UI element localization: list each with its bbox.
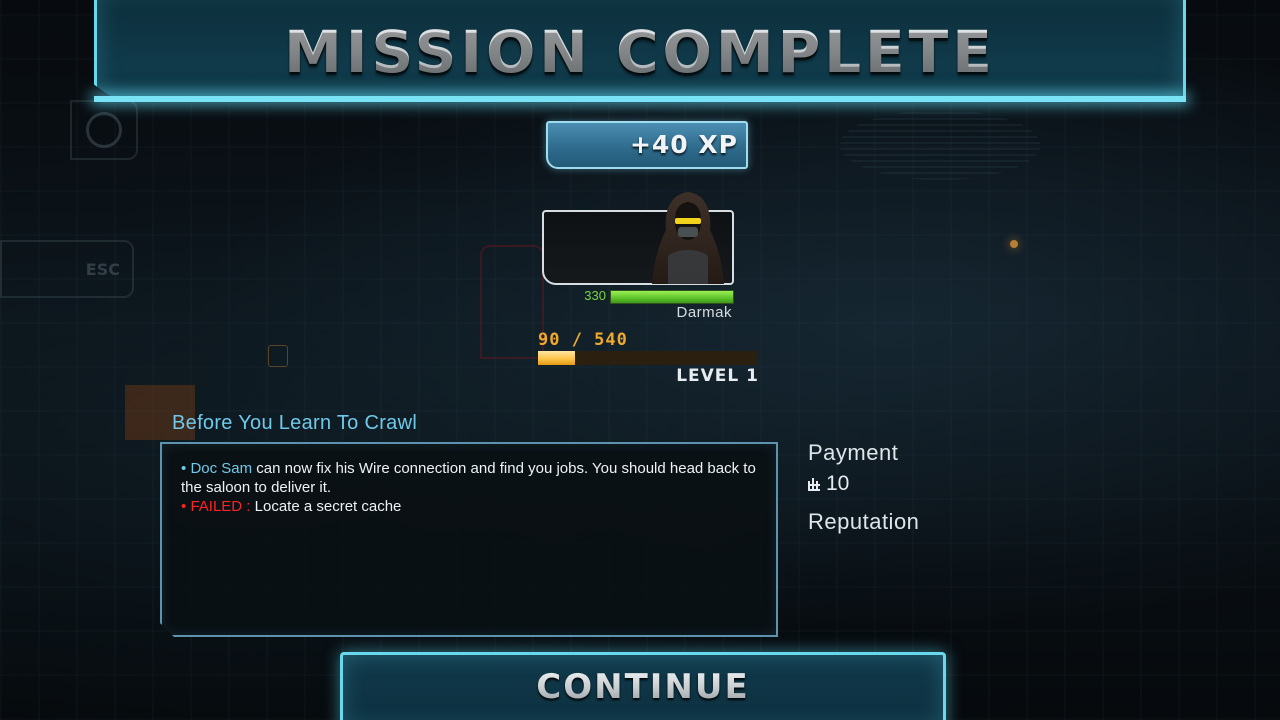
objective-text: Locate a secret cache	[250, 498, 402, 515]
xp-progress-text: 90 / 540	[538, 330, 628, 350]
xp-progress-bar	[538, 351, 758, 365]
background-lamp	[1010, 240, 1018, 248]
objective-text: can now fix his Wire connection and find…	[181, 460, 756, 496]
mission-title: Before You Learn To Crawl	[172, 412, 418, 434]
payment-label: Payment	[808, 440, 899, 465]
xp-reward-label: +40 XP	[629, 130, 738, 159]
credits-icon	[808, 478, 820, 491]
payment-value: 10	[826, 472, 850, 495]
xp-progress-fill	[538, 351, 575, 365]
hp-bar	[610, 290, 734, 304]
xp-reward-badge: +40 XP	[546, 121, 748, 169]
level-label: LEVEL 1	[676, 366, 759, 386]
esc-label: ESC	[85, 259, 120, 279]
profile-button	[70, 100, 138, 160]
character-name: Darmak	[676, 304, 732, 321]
objective-bullet: •	[181, 498, 187, 515]
objective-item: • Doc Sam can now fix his Wire connectio…	[181, 459, 761, 497]
profile-icon	[86, 112, 122, 148]
continue-button-label: CONTINUE	[343, 667, 943, 707]
objective-bullet: •	[181, 460, 187, 477]
mission-complete-screen: ESC MISSION COMPLETE +40 XP 330 Darmak 9…	[0, 0, 1280, 720]
objective-highlight: Doc Sam	[190, 460, 253, 477]
esc-button: ESC	[0, 240, 134, 298]
background-sign	[268, 345, 288, 367]
background-vent	[840, 110, 1040, 180]
objective-item-failed: • FAILED : Locate a secret cache	[181, 497, 761, 516]
hp-value: 330	[584, 288, 606, 303]
objective-failed-label: FAILED :	[190, 498, 251, 515]
character-portrait-icon	[652, 192, 724, 284]
page-title: MISSION COMPLETE	[94, 12, 1186, 92]
reputation-label: Reputation	[808, 509, 920, 534]
background-doorway	[480, 245, 544, 359]
continue-button[interactable]: CONTINUE	[340, 652, 946, 720]
hp-bar-fill	[611, 291, 733, 303]
header-glow-line	[94, 96, 1186, 102]
